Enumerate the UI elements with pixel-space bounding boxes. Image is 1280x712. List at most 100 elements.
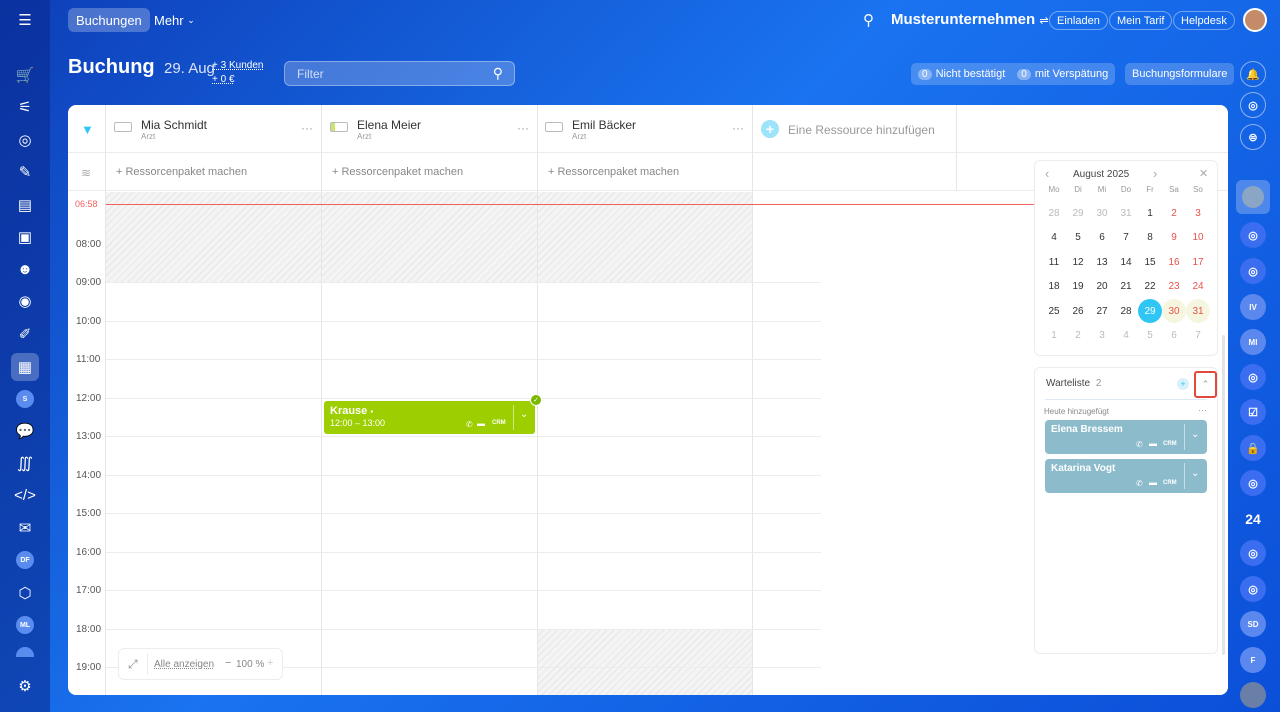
add-waitlist-icon[interactable]: + <box>1177 378 1189 390</box>
avatar-t[interactable] <box>16 647 34 657</box>
calendar-day[interactable]: 17 <box>1186 250 1210 274</box>
store-icon[interactable]: ▤ <box>13 193 37 217</box>
calendar-day[interactable]: 28 <box>1042 201 1066 225</box>
prev-month-icon[interactable]: ‹ <box>1045 166 1049 181</box>
calendar-day[interactable]: 25 <box>1042 299 1066 323</box>
scrollbar[interactable] <box>1222 335 1225 655</box>
calendar-day[interactable]: 18 <box>1042 275 1066 299</box>
company-name[interactable]: Musterunternehmen ⇌ <box>891 11 1049 28</box>
filter-icon[interactable]: ⚟ <box>13 95 37 119</box>
calendar-day[interactable]: 7 <box>1186 324 1210 348</box>
package-button-3[interactable]: + Ressorcenpaket machen <box>548 166 679 178</box>
my-plan-button[interactable]: Mein Tarif <box>1109 11 1173 30</box>
invite-button[interactable]: Einladen <box>1049 11 1108 30</box>
automation-icon[interactable]: ∭ <box>13 451 37 475</box>
calendar-day[interactable]: 12 <box>1066 250 1090 274</box>
more-icon[interactable]: ··· <box>301 121 313 135</box>
lock-icon[interactable]: 🔒 <box>1240 435 1266 461</box>
more-icon[interactable]: ··· <box>517 121 529 135</box>
calendar-day[interactable]: 19 <box>1066 275 1090 299</box>
booking-calendar-icon[interactable]: ▦ <box>11 353 39 381</box>
calendar-day[interactable]: 6 <box>1090 226 1114 250</box>
chevron-down-icon[interactable]: ⌄ <box>1191 429 1199 440</box>
search-icon[interactable]: ⚲ <box>863 11 874 29</box>
avatar-iv[interactable]: IV <box>1240 294 1266 320</box>
avatar-ml[interactable]: ML <box>16 616 34 634</box>
sign-icon[interactable]: ✎ <box>13 160 37 184</box>
target-icon[interactable]: ◎ <box>13 128 37 152</box>
calendar-day[interactable]: 28 <box>1114 299 1138 323</box>
calendar-day[interactable]: 14 <box>1114 250 1138 274</box>
next-month-icon[interactable]: › <box>1153 166 1157 181</box>
booking-card[interactable]: Krause ▪ 12:00 – 13:00 ✆ ▬ CRM ⌄ ✓ <box>324 394 542 434</box>
calendar-day[interactable]: 31 <box>1186 299 1210 323</box>
chat-icon[interactable]: ▬ <box>1149 439 1157 448</box>
chat-icon[interactable]: ▬ <box>1149 478 1157 487</box>
helpdesk-button[interactable]: Helpdesk <box>1173 11 1235 30</box>
chat-icon[interactable]: ▬ <box>477 419 485 428</box>
tab-mehr[interactable]: Mehr ⌄ <box>146 8 203 32</box>
calendar-day[interactable]: 15 <box>1138 250 1162 274</box>
filter-funnel-icon[interactable]: ▼ <box>81 122 94 137</box>
channel-icon[interactable]: ◎ <box>1240 222 1266 248</box>
zoom-out-icon[interactable]: − <box>225 657 231 669</box>
chevron-down-icon[interactable]: ⌄ <box>1191 468 1199 479</box>
channel-icon[interactable]: ◎ <box>1240 258 1266 284</box>
collapse-waitlist-button[interactable]: ⌃ <box>1194 371 1217 398</box>
calendar-day[interactable]: 3 <box>1090 324 1114 348</box>
tab-buchungen[interactable]: Buchungen <box>68 8 150 32</box>
crm-badge[interactable]: CRM <box>1163 480 1177 486</box>
cart-icon[interactable]: 🛒 <box>13 63 37 87</box>
calendar-day[interactable]: 7 <box>1114 226 1138 250</box>
calendar-day[interactable]: 29 <box>1066 201 1090 225</box>
crm-badge[interactable]: CRM <box>1163 441 1177 447</box>
resource-name-2[interactable]: Elena Meier <box>357 118 421 132</box>
avatar-f[interactable]: F <box>1240 647 1266 673</box>
user-avatar-bottom[interactable] <box>1240 682 1266 708</box>
calendar-day[interactable]: 1 <box>1138 201 1162 225</box>
zoom-in-icon[interactable]: + <box>267 657 273 669</box>
settings-icon[interactable]: ⚙ <box>13 674 37 698</box>
calendar-day[interactable]: 13 <box>1090 250 1114 274</box>
checklist-icon[interactable]: ☑ <box>1240 399 1266 425</box>
copilot-icon[interactable]: ◎ <box>1240 92 1266 118</box>
channel-icon[interactable]: ◎ <box>1240 470 1266 496</box>
contact-card-icon[interactable]: ▣ <box>13 225 37 249</box>
user-avatar-right[interactable] <box>1236 180 1270 214</box>
avatar-mi[interactable]: MI <box>1240 329 1266 355</box>
booking-forms-button[interactable]: Buchungsformulare <box>1125 63 1235 85</box>
mail-icon[interactable]: ✉ <box>13 516 37 540</box>
phone-icon[interactable]: ✆ <box>1136 479 1143 488</box>
crm-badge[interactable]: CRM <box>492 420 506 426</box>
expand-icon[interactable]: ⤢ <box>128 657 138 672</box>
euro-stat[interactable]: + 0 € <box>212 73 263 87</box>
page-date[interactable]: 29. Aug <box>164 60 215 77</box>
calendar-day[interactable]: 30 <box>1090 201 1114 225</box>
channel-icon[interactable]: ◎ <box>1240 576 1266 602</box>
unconfirmed-button[interactable]: 0 Nicht bestätigt 0 mit Verspätung <box>911 63 1116 85</box>
waitlist-item[interactable]: Elena Bressem ✆ ▬ CRM ⌄ <box>1045 420 1207 454</box>
kunden-stat[interactable]: + 3 Kunden <box>212 59 263 73</box>
package-button-2[interactable]: + Ressorcenpaket machen <box>332 166 463 178</box>
calendar-day[interactable]: 11 <box>1042 250 1066 274</box>
calendar-day[interactable]: 8 <box>1138 226 1162 250</box>
code-icon[interactable]: </> <box>13 483 37 507</box>
show-all-button[interactable]: Alle anzeigen <box>154 659 214 670</box>
calendar-day[interactable]: 24 <box>1186 275 1210 299</box>
calendar-day[interactable]: 5 <box>1066 226 1090 250</box>
chat-icon[interactable]: 💬 <box>13 419 37 443</box>
calendar-day[interactable]: 20 <box>1090 275 1114 299</box>
phone-icon[interactable]: ✆ <box>1136 440 1143 449</box>
calendar-day[interactable]: 31 <box>1114 201 1138 225</box>
resource-name-1[interactable]: Mia Schmidt <box>141 118 207 132</box>
calendar-day[interactable]: 26 <box>1066 299 1090 323</box>
layers-icon[interactable]: ≋ <box>81 166 91 180</box>
menu-icon[interactable]: ☰ <box>13 8 37 32</box>
calendar-day[interactable]: 6 <box>1162 324 1186 348</box>
calendar-day[interactable]: 2 <box>1066 324 1090 348</box>
filter-box[interactable]: Filter ⚲ <box>284 61 515 86</box>
more-icon[interactable]: ··· <box>1198 405 1207 415</box>
calendar-day[interactable]: 2 <box>1162 201 1186 225</box>
collapse-icon[interactable]: ✕ <box>1199 167 1208 180</box>
edit-doc-icon[interactable]: ✐ <box>13 322 37 346</box>
